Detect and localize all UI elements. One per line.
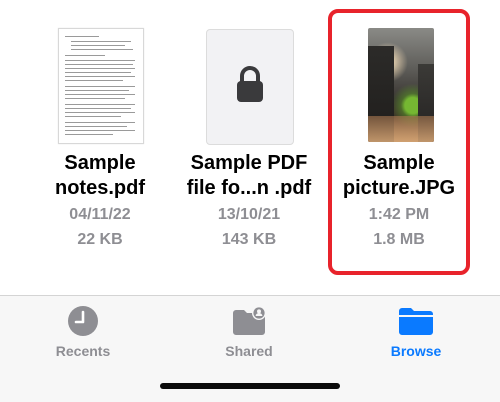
- tab-browse[interactable]: Browse: [333, 296, 499, 366]
- file-size: 22 KB: [77, 231, 123, 248]
- file-size: 143 KB: [221, 231, 277, 248]
- home-indicator[interactable]: [160, 383, 340, 389]
- tab-recents[interactable]: Recents: [0, 296, 166, 366]
- locked-pdf-thumbnail: [206, 29, 294, 145]
- tab-label: Browse: [390, 343, 442, 359]
- tab-shared[interactable]: Shared: [166, 296, 332, 366]
- pdf-document-thumbnail: [58, 28, 144, 144]
- file-grid: Sample notes.pdf 04/11/22 22 KB Sample P…: [0, 0, 500, 295]
- file-date: 04/11/22: [69, 206, 131, 223]
- shared-folder-icon: [233, 306, 266, 335]
- file-name-line-2: notes.pdf: [55, 177, 145, 199]
- file-name-line-1: Sample PDF: [190, 152, 308, 174]
- tab-label: Shared: [225, 343, 273, 359]
- file-name-line-2: file fo...n .pdf: [186, 177, 312, 199]
- selection-highlight: [328, 9, 470, 275]
- folder-icon: [399, 308, 433, 335]
- file-date: 13/10/21: [217, 206, 281, 223]
- lock-icon: [237, 66, 263, 102]
- file-item-sample-pdf[interactable]: Sample PDF file fo...n .pdf 13/10/21 143…: [166, 0, 332, 280]
- tab-label: Recents: [55, 343, 111, 359]
- file-item-sample-notes[interactable]: Sample notes.pdf 04/11/22 22 KB: [17, 0, 183, 280]
- file-name-line-1: Sample: [64, 152, 136, 174]
- clock-icon: [68, 306, 98, 336]
